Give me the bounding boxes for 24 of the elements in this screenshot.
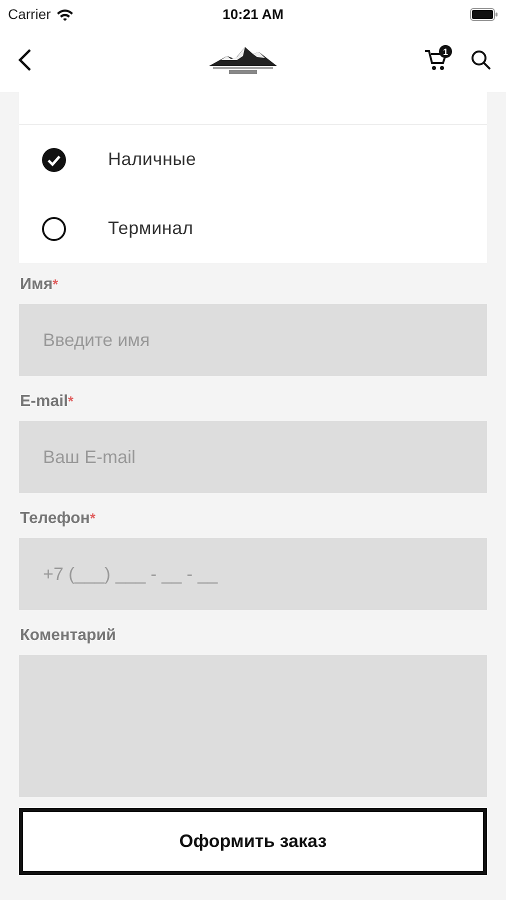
input-field[interactable]: +7 (___) ___ - __ - __: [19, 538, 487, 610]
submit-order-button[interactable]: Оформить заказ: [19, 808, 487, 875]
required-asterisk: *: [52, 276, 58, 294]
back-button[interactable]: [18, 48, 32, 72]
field-label: Телефон: [20, 510, 90, 528]
cart-button[interactable]: 1: [424, 48, 448, 72]
required-asterisk: *: [68, 393, 74, 411]
cart-count-badge: 1: [439, 45, 452, 58]
status-time: 10:21 AM: [222, 6, 284, 22]
field-label: Коментарий: [20, 627, 116, 645]
wifi-icon: [56, 8, 74, 20]
mountain-logo-drawing: [207, 44, 279, 76]
payment-option-label[interactable]: Наличные: [108, 149, 196, 170]
field-label: Имя: [20, 276, 53, 294]
checked-radio-icon[interactable]: [41, 146, 67, 172]
field-label: E-mail: [20, 393, 68, 411]
search-button[interactable]: [470, 49, 492, 71]
radio-icon[interactable]: [41, 216, 67, 242]
battery-icon: [470, 8, 498, 20]
input-field[interactable]: Введите имя: [19, 304, 487, 376]
carrier-name: Carrier: [8, 6, 51, 22]
payment-option-label[interactable]: Терминал: [108, 218, 194, 239]
required-asterisk: *: [90, 510, 96, 528]
input-field[interactable]: Ваш E-mail: [19, 421, 487, 493]
